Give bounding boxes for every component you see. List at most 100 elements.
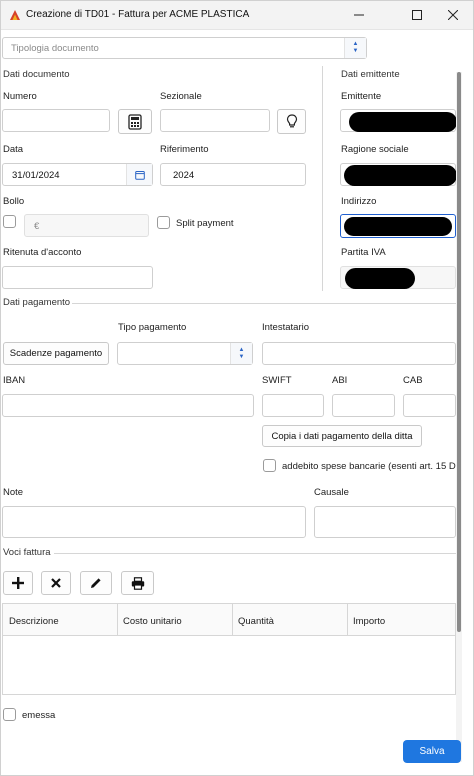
sezionale-input[interactable] — [160, 109, 270, 132]
redacted-value — [344, 217, 452, 236]
x-icon — [51, 578, 61, 588]
voci-fattura-table[interactable]: Descrizione Costo unitario Quantità Impo… — [2, 603, 456, 695]
ragione-sociale-input[interactable] — [340, 163, 457, 186]
column-header[interactable]: Descrizione — [9, 616, 59, 627]
calendar-icon — [134, 170, 145, 180]
delete-row-button[interactable] — [41, 571, 71, 595]
column-header[interactable]: Costo unitario — [123, 616, 182, 627]
lightbulb-icon — [286, 114, 297, 128]
ragione-sociale-label: Ragione sociale — [341, 144, 409, 155]
numero-input[interactable] — [2, 109, 110, 132]
abi-label: ABI — [332, 375, 348, 386]
window-title: Creazione di TD01 - Fattura per ACME PLA… — [26, 9, 250, 20]
chevron-down-icon: ▼ — [238, 353, 245, 360]
split-payment-checkbox[interactable] — [157, 216, 170, 229]
calculator-icon — [128, 113, 142, 130]
bollo-checkbox[interactable] — [3, 215, 16, 228]
scrollbar-thumb[interactable] — [457, 72, 461, 632]
dati-pagamento-section: Dati pagamento — [3, 297, 71, 308]
riferimento-label: Riferimento — [160, 144, 209, 155]
table-header: Descrizione Costo unitario Quantità Impo… — [3, 604, 455, 636]
salva-button[interactable]: Salva — [403, 740, 461, 763]
section-divider — [322, 66, 323, 291]
sezionale-label: Sezionale — [160, 91, 202, 102]
riferimento-input[interactable]: 2024 — [160, 163, 306, 186]
column-header[interactable]: Importo — [353, 616, 385, 627]
addebito-spese-checkbox[interactable] — [263, 459, 276, 472]
close-icon — [448, 10, 458, 20]
swift-label: SWIFT — [262, 375, 292, 386]
addebito-spese-label: addebito spese bancarie (esenti art. 15 … — [282, 461, 456, 472]
split-payment-label: Split payment — [176, 218, 234, 229]
bollo-amount-input[interactable]: € — [24, 214, 149, 237]
data-input[interactable]: 31/01/2024 — [2, 163, 153, 186]
calculator-button[interactable] — [118, 109, 152, 134]
vertical-scrollbar[interactable] — [456, 72, 462, 762]
section-divider — [72, 303, 456, 304]
partita-iva-input[interactable] — [340, 266, 456, 289]
cab-input[interactable] — [403, 394, 456, 417]
redacted-value — [344, 165, 457, 186]
pencil-icon — [91, 578, 101, 588]
title-bar: Creazione di TD01 - Fattura per ACME PLA… — [0, 0, 474, 30]
dati-emittente-section: Dati emittente — [341, 69, 400, 80]
note-input[interactable] — [2, 506, 306, 538]
causale-input[interactable] — [314, 506, 456, 538]
tipo-pagamento-spinner[interactable]: ▲ ▼ — [230, 343, 252, 364]
emittente-input[interactable] — [340, 109, 457, 132]
minimize-button[interactable] — [336, 0, 382, 30]
numero-label: Numero — [3, 91, 37, 102]
scadenze-pagamento-button[interactable]: Scadenze pagamento — [3, 342, 109, 365]
riferimento-value: 2024 — [173, 170, 195, 181]
iban-label: IBAN — [3, 375, 26, 386]
suggest-button[interactable] — [277, 109, 306, 134]
chevron-down-icon: ▼ — [352, 48, 359, 54]
iban-input[interactable] — [2, 394, 254, 417]
note-label: Note — [3, 487, 24, 498]
emessa-label: emessa — [22, 710, 56, 721]
chevron-up-icon: ▲ — [238, 346, 245, 353]
redacted-value — [345, 268, 415, 289]
printer-icon — [131, 576, 144, 590]
minimize-icon — [354, 14, 364, 16]
tipologia-spinner[interactable]: ▲ ▼ — [344, 38, 366, 58]
redacted-value — [349, 112, 457, 132]
dati-documento-section: Dati documento — [3, 69, 70, 80]
tipologia-documento-select[interactable]: Tipologia documento ▲ ▼ — [2, 37, 367, 59]
ritenuta-input[interactable] — [2, 266, 153, 289]
tipologia-placeholder: Tipologia documento — [11, 43, 99, 54]
date-picker-button[interactable] — [126, 164, 152, 185]
column-divider — [117, 604, 118, 636]
indirizzo-input[interactable] — [340, 214, 456, 238]
ritenuta-label: Ritenuta d'acconto — [3, 247, 82, 258]
emessa-checkbox[interactable] — [3, 708, 16, 721]
partita-iva-label: Partita IVA — [341, 247, 386, 258]
tipo-pagamento-select[interactable]: ▲ ▼ — [117, 342, 253, 365]
voci-fattura-section: Voci fattura — [3, 547, 51, 558]
column-divider — [232, 604, 233, 636]
chevron-up-icon: ▲ — [352, 41, 359, 47]
tipo-pagamento-label: Tipo pagamento — [118, 322, 187, 333]
section-divider — [54, 553, 456, 554]
copia-dati-pagamento-button[interactable]: Copia i dati pagamento della ditta — [262, 425, 422, 447]
app-logo-icon — [10, 10, 20, 20]
plus-icon — [12, 577, 24, 589]
print-button[interactable] — [121, 571, 154, 595]
data-label: Data — [3, 144, 24, 155]
intestatario-label: Intestatario — [262, 322, 309, 333]
column-header[interactable]: Quantità — [238, 616, 274, 627]
intestatario-input[interactable] — [262, 342, 456, 365]
abi-input[interactable] — [332, 394, 395, 417]
close-button[interactable] — [430, 0, 474, 30]
add-row-button[interactable] — [3, 571, 33, 595]
causale-label: Causale — [314, 487, 349, 498]
bollo-label: Bollo — [3, 196, 25, 207]
emittente-label: Emittente — [341, 91, 382, 102]
edit-row-button[interactable] — [80, 571, 112, 595]
cab-label: CAB — [403, 375, 423, 386]
maximize-icon — [412, 10, 422, 20]
swift-input[interactable] — [262, 394, 324, 417]
bollo-placeholder: € — [34, 221, 40, 232]
indirizzo-label: Indirizzo — [341, 196, 377, 207]
data-value: 31/01/2024 — [12, 170, 60, 181]
